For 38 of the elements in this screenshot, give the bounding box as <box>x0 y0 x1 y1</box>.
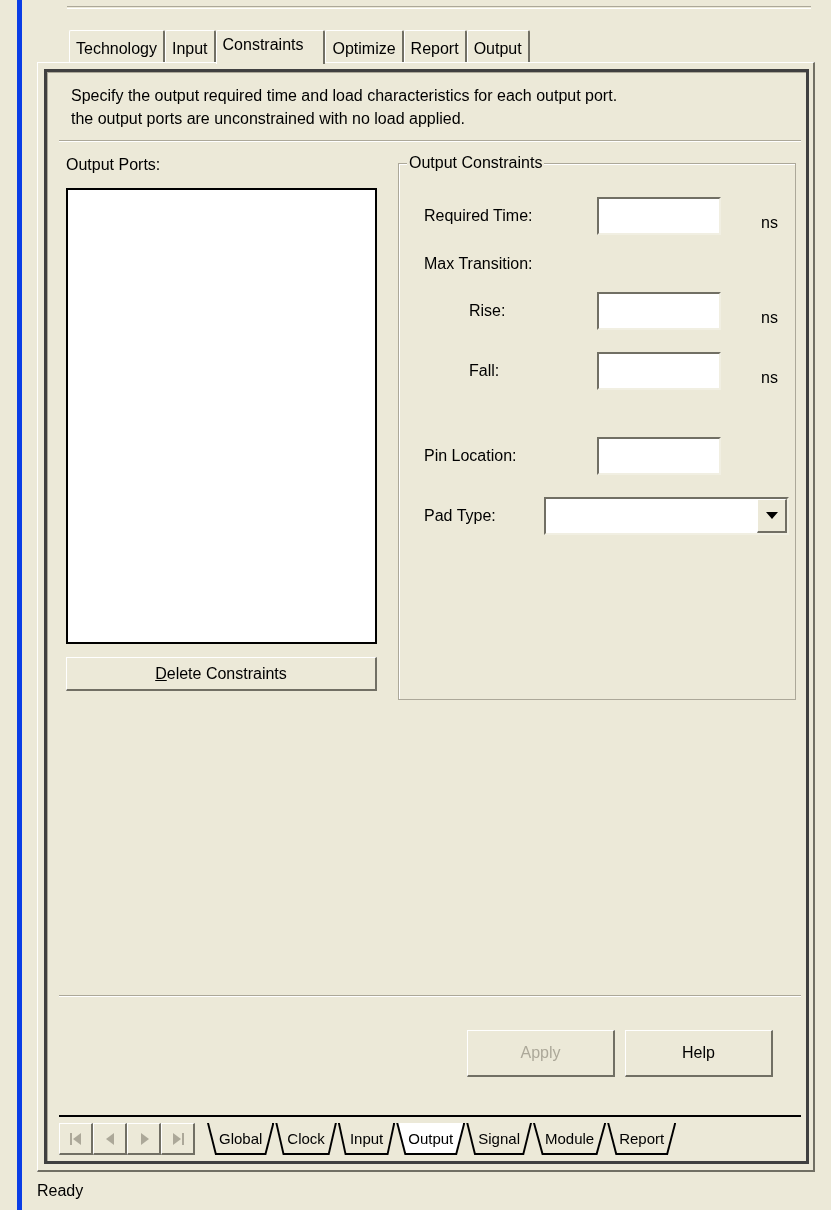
dropdown-arrow-icon <box>765 512 778 519</box>
field-label: Pin Location: <box>424 446 518 466</box>
unit-label: ns <box>761 308 778 328</box>
status-text: Ready <box>37 1181 85 1201</box>
input-field[interactable] <box>597 197 721 235</box>
sheet-tab[interactable]: Signal <box>466 1123 532 1155</box>
field-label: Pad Type: <box>424 506 497 526</box>
ports-list[interactable] <box>66 188 377 644</box>
delete-button[interactable]: Delete Constraints <box>66 657 377 691</box>
group-title: Output Constraints <box>407 153 545 173</box>
sheet-tab[interactable]: Clock <box>275 1123 337 1155</box>
tab[interactable]: Output <box>466 29 530 62</box>
description-text: the output ports are unconstrained with no load applied. <box>71 109 467 129</box>
input-field[interactable] <box>597 292 721 330</box>
input-field[interactable] <box>597 437 721 475</box>
sheet-tab[interactable]: Global <box>207 1123 275 1155</box>
sheet-tab[interactable]: Report <box>607 1123 677 1155</box>
sheet-tab[interactable]: Module <box>533 1123 607 1155</box>
sheet-tab[interactable]: Output <box>396 1123 466 1155</box>
unit-label: ns <box>761 368 778 388</box>
unit-label: ns <box>761 213 778 233</box>
description-text: Specify the output required time and load characteristics for each output port. <box>71 86 619 106</box>
field-label: Rise: <box>468 301 507 321</box>
section-label: Max Transition: <box>424 253 533 274</box>
tab[interactable]: Report <box>403 29 467 62</box>
sheet-tab[interactable]: Input <box>337 1123 396 1155</box>
input-field[interactable] <box>597 352 721 390</box>
tab[interactable]: Constraints <box>215 29 326 64</box>
first-icon <box>68 1130 83 1147</box>
button[interactable]: Help <box>625 1030 773 1077</box>
dropdown[interactable] <box>544 497 789 535</box>
tab[interactable]: Optimize <box>325 29 404 62</box>
field-label: Required Time: <box>424 206 534 226</box>
tab[interactable]: Input <box>164 29 216 62</box>
last-icon <box>170 1130 185 1147</box>
field-label: Fall: <box>468 361 501 381</box>
tab[interactable]: Technology <box>69 29 165 62</box>
field-label: Output Ports: <box>66 155 162 175</box>
